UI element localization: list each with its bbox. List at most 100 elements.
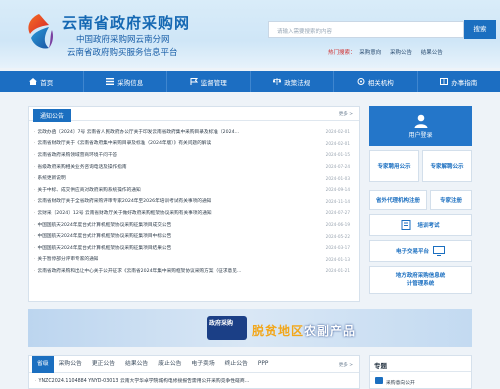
nav-item-guide[interactable]: 办事指南 <box>418 71 500 92</box>
tab-notice[interactable]: 通知公告 <box>33 109 72 122</box>
item-date: 2024-07-24 <box>325 164 350 170</box>
scale-icon <box>273 78 282 85</box>
item-date: 2024-06-19 <box>325 222 350 228</box>
training-label: 培训考试 <box>417 223 440 229</box>
book-icon <box>440 78 449 85</box>
list-item[interactable]: YNZC2024.1104884 YNYD-03013 云南大学华卓学院城构电修… <box>35 377 355 384</box>
notice-list: 云政办函〔2024〕7号 云南省人民政府办公厅关于印发云南省政府集中采购目录及标… <box>34 126 356 277</box>
item-title: 中国国航天2024年度台式计算机框架协议采购征集项目结果公告 <box>34 245 172 251</box>
list-item[interactable]: 系统更新说明 2024-01-03 <box>34 172 356 184</box>
expert-hire-button[interactable]: 专家聘用公示 <box>369 150 419 182</box>
item-title: 关于暂停部分评审专家的通知 <box>34 256 99 262</box>
announcement-tabs: 省级 采购公告 更正公告 结果公告 废止公告 电子卖场 终止公告 PPP <box>29 355 359 373</box>
nav-item-org[interactable]: 相关机构 <box>334 71 418 92</box>
nav-label: 政策法规 <box>284 78 311 87</box>
list-item[interactable]: 云南省财政厅关于《云南省政府集中采购目录及标准（2024年版）》有关问题的解读 2… <box>34 138 356 150</box>
list-item[interactable]: 关于中标、成交供应商对政府采购系统操作的通知 2024-09-14 <box>34 184 356 196</box>
item-date: 2024-02-01 <box>325 129 350 135</box>
hot-word[interactable]: 采购公告 <box>390 50 412 56</box>
list-item[interactable]: 中国国航天2024年度台式计算机框架协议采购征集项目结果公告 2024-03-17 <box>34 242 356 254</box>
nav-item-supervision[interactable]: 监督管理 <box>167 71 251 92</box>
banner-main-text: 脱贫地区农副产品 <box>252 322 356 339</box>
nav-label: 办事指南 <box>451 78 478 87</box>
doc-icon <box>375 377 383 384</box>
list-item[interactable]: 云南省政府采购领域营商环境千问千答 2024-01-15 <box>34 149 356 161</box>
more-link[interactable]: 更多 > <box>339 111 353 117</box>
banner-badge-text: 政府采购 <box>209 320 234 327</box>
tab-ppp[interactable]: PPP <box>253 356 274 373</box>
hot-search-row: 热门搜索： 采购意向 采购公告 结果公告 <box>328 48 450 56</box>
item-date: 2024-05-22 <box>325 233 350 239</box>
tab-terminate-notice[interactable]: 终止公告 <box>220 356 253 373</box>
site-subtitle: 中国政府采购网云南分网 <box>76 35 170 45</box>
item-title: 中国国航天2024年度台式计算机框架协议采购征集项目中标公告 <box>34 233 172 239</box>
right-column: 用户登录 专家聘用公示 专家解聘公示 省外代理机构注册 专家注册 培训考试 电子… <box>369 106 472 294</box>
list-item[interactable]: 关于暂停部分评审专家的通知 2024-01-13 <box>34 254 356 266</box>
item-title: 中国国航天2024年度台式计算机框架协议采购征集项目成交公告 <box>34 222 172 228</box>
logo-icon <box>28 14 53 49</box>
more-link[interactable]: 更多 > <box>339 362 353 368</box>
item-title: 系统更新说明 <box>34 175 66 181</box>
topic-panel: 专题 采购意向公开 <box>369 355 472 389</box>
item-date: 2024-02-01 <box>325 140 350 146</box>
hot-word[interactable]: 采购意向 <box>359 50 381 56</box>
item-title: 云南省财政厅关于全省政府采购评审专家2024年至2026年培训考试有关事项的通知 <box>34 198 212 204</box>
item-date: 2024-07-27 <box>325 210 350 216</box>
nav-item-policy[interactable]: 政策法规 <box>251 71 334 92</box>
item-date: 2024-09-14 <box>325 187 350 193</box>
notice-tabbar: 通知公告 更多 > <box>29 107 359 122</box>
flag-icon <box>190 78 198 85</box>
area-stats-button[interactable]: 地方政府采购信息统 计管理系统 <box>369 266 472 294</box>
nav-label: 监督管理 <box>200 78 227 87</box>
list-item[interactable]: 云南省政府采购和出让中心关于公开征求《云南省2024年集中采购框架协议采购方案（… <box>34 265 356 277</box>
nav-item-home[interactable]: 首页 <box>0 71 84 92</box>
list-item[interactable]: 云南省财政厅关于全省政府采购评审专家2024年至2026年培训考试有关事项的通知… <box>34 196 356 208</box>
tab-e-mall[interactable]: 电子卖场 <box>186 356 219 373</box>
login-label: 用户登录 <box>408 131 433 139</box>
tab-result-notice[interactable]: 结果公告 <box>120 356 153 373</box>
item-title: 云南省政府采购领域营商环境千问千答 <box>34 152 118 158</box>
item-title: 关于中标、成交供应商对政府采购系统操作的通知 <box>34 187 141 193</box>
list-item[interactable]: 云财采〔2024〕12号 云南省财政厅关于做好政府采购框架协议采购有关事项的通知… <box>34 207 356 219</box>
expert-register-button[interactable]: 专家注册 <box>430 190 472 210</box>
expert-buttons: 专家聘用公示 专家解聘公示 <box>369 150 472 182</box>
tab-provincial[interactable]: 省级 <box>32 355 54 373</box>
hot-word[interactable]: 结果公告 <box>421 50 443 56</box>
tab-purchase-notice[interactable]: 采购公告 <box>54 356 87 373</box>
tab-correction-notice[interactable]: 更正公告 <box>87 356 120 373</box>
nav-label: 采购信息 <box>117 78 144 87</box>
poverty-products-banner[interactable]: 政府采购 脱贫地区农副产品 <box>28 309 472 347</box>
notice-panel: 通知公告 更多 > 云政办函〔2024〕7号 云南省人民政府办公厅关于印发云南省… <box>28 106 360 302</box>
banner-main-text-2: 农副产品 <box>304 324 357 338</box>
list-item[interactable]: 中国国航天2024年度台式计算机框架协议采购征集项目成交公告 2024-06-19 <box>34 219 356 231</box>
item-date: 2024-11-14 <box>325 198 350 204</box>
list-item[interactable]: 云政办函〔2024〕7号 云南省人民政府办公厅关于印发云南省政府集中采购目录及标… <box>34 126 356 138</box>
item-date: 2024-01-03 <box>325 175 350 181</box>
site-header: 云南省政府采购网 中国政府采购网云南分网 云南省政府购买服务信息平台 请输入需要… <box>0 0 500 68</box>
user-icon <box>414 114 427 128</box>
list-icon <box>106 78 115 85</box>
search-input[interactable]: 请输入需要搜索的内容 <box>268 21 464 38</box>
item-title: 云南省财政厅关于《云南省政府集中采购目录及标准（2024年版）》有关问题的解读 <box>34 140 212 146</box>
monitor-icon <box>433 246 445 256</box>
hot-search-label: 热门搜索： <box>328 50 356 56</box>
topic-item[interactable]: 采购意向公开 <box>386 379 415 386</box>
nav-item-purchase-info[interactable]: 采购信息 <box>84 71 167 92</box>
agency-register-button[interactable]: 省外代理机构注册 <box>369 190 427 210</box>
topic-title: 专题 <box>370 356 471 372</box>
item-title: 云南省政府采购和出让中心关于公开征求《云南省2024年集中采购框架协议采购方案（… <box>34 268 242 274</box>
ecommerce-button[interactable]: 电子交易平台 <box>369 240 472 262</box>
list-item[interactable]: 省级政府采购相关业务咨询电话及操作指南 2024-07-24 <box>34 161 356 173</box>
login-button[interactable]: 用户登录 <box>369 106 472 146</box>
area-label-line1: 地方政府采购信息统 <box>395 273 446 279</box>
site-subtitle-2: 云南省政府购买服务信息平台 <box>67 48 178 58</box>
expert-dismiss-button[interactable]: 专家解聘公示 <box>422 150 472 182</box>
training-button[interactable]: 培训考试 <box>369 214 472 236</box>
list-item[interactable]: 中国国航天2024年度台式计算机框架协议采购征集项目中标公告 2024-05-22 <box>34 230 356 242</box>
search-button[interactable]: 搜索 <box>464 20 496 39</box>
item-title: 云财采〔2024〕12号 云南省财政厅关于做好政府采购框架协议采购有关事项的通知 <box>34 210 212 216</box>
tab-abolish-notice[interactable]: 废止公告 <box>153 356 186 373</box>
exam-icon <box>401 220 411 230</box>
main-nav: 首页 采购信息 监督管理 政策法规 相关机构 办事指南 <box>0 71 500 92</box>
nav-label: 相关机构 <box>367 78 394 87</box>
